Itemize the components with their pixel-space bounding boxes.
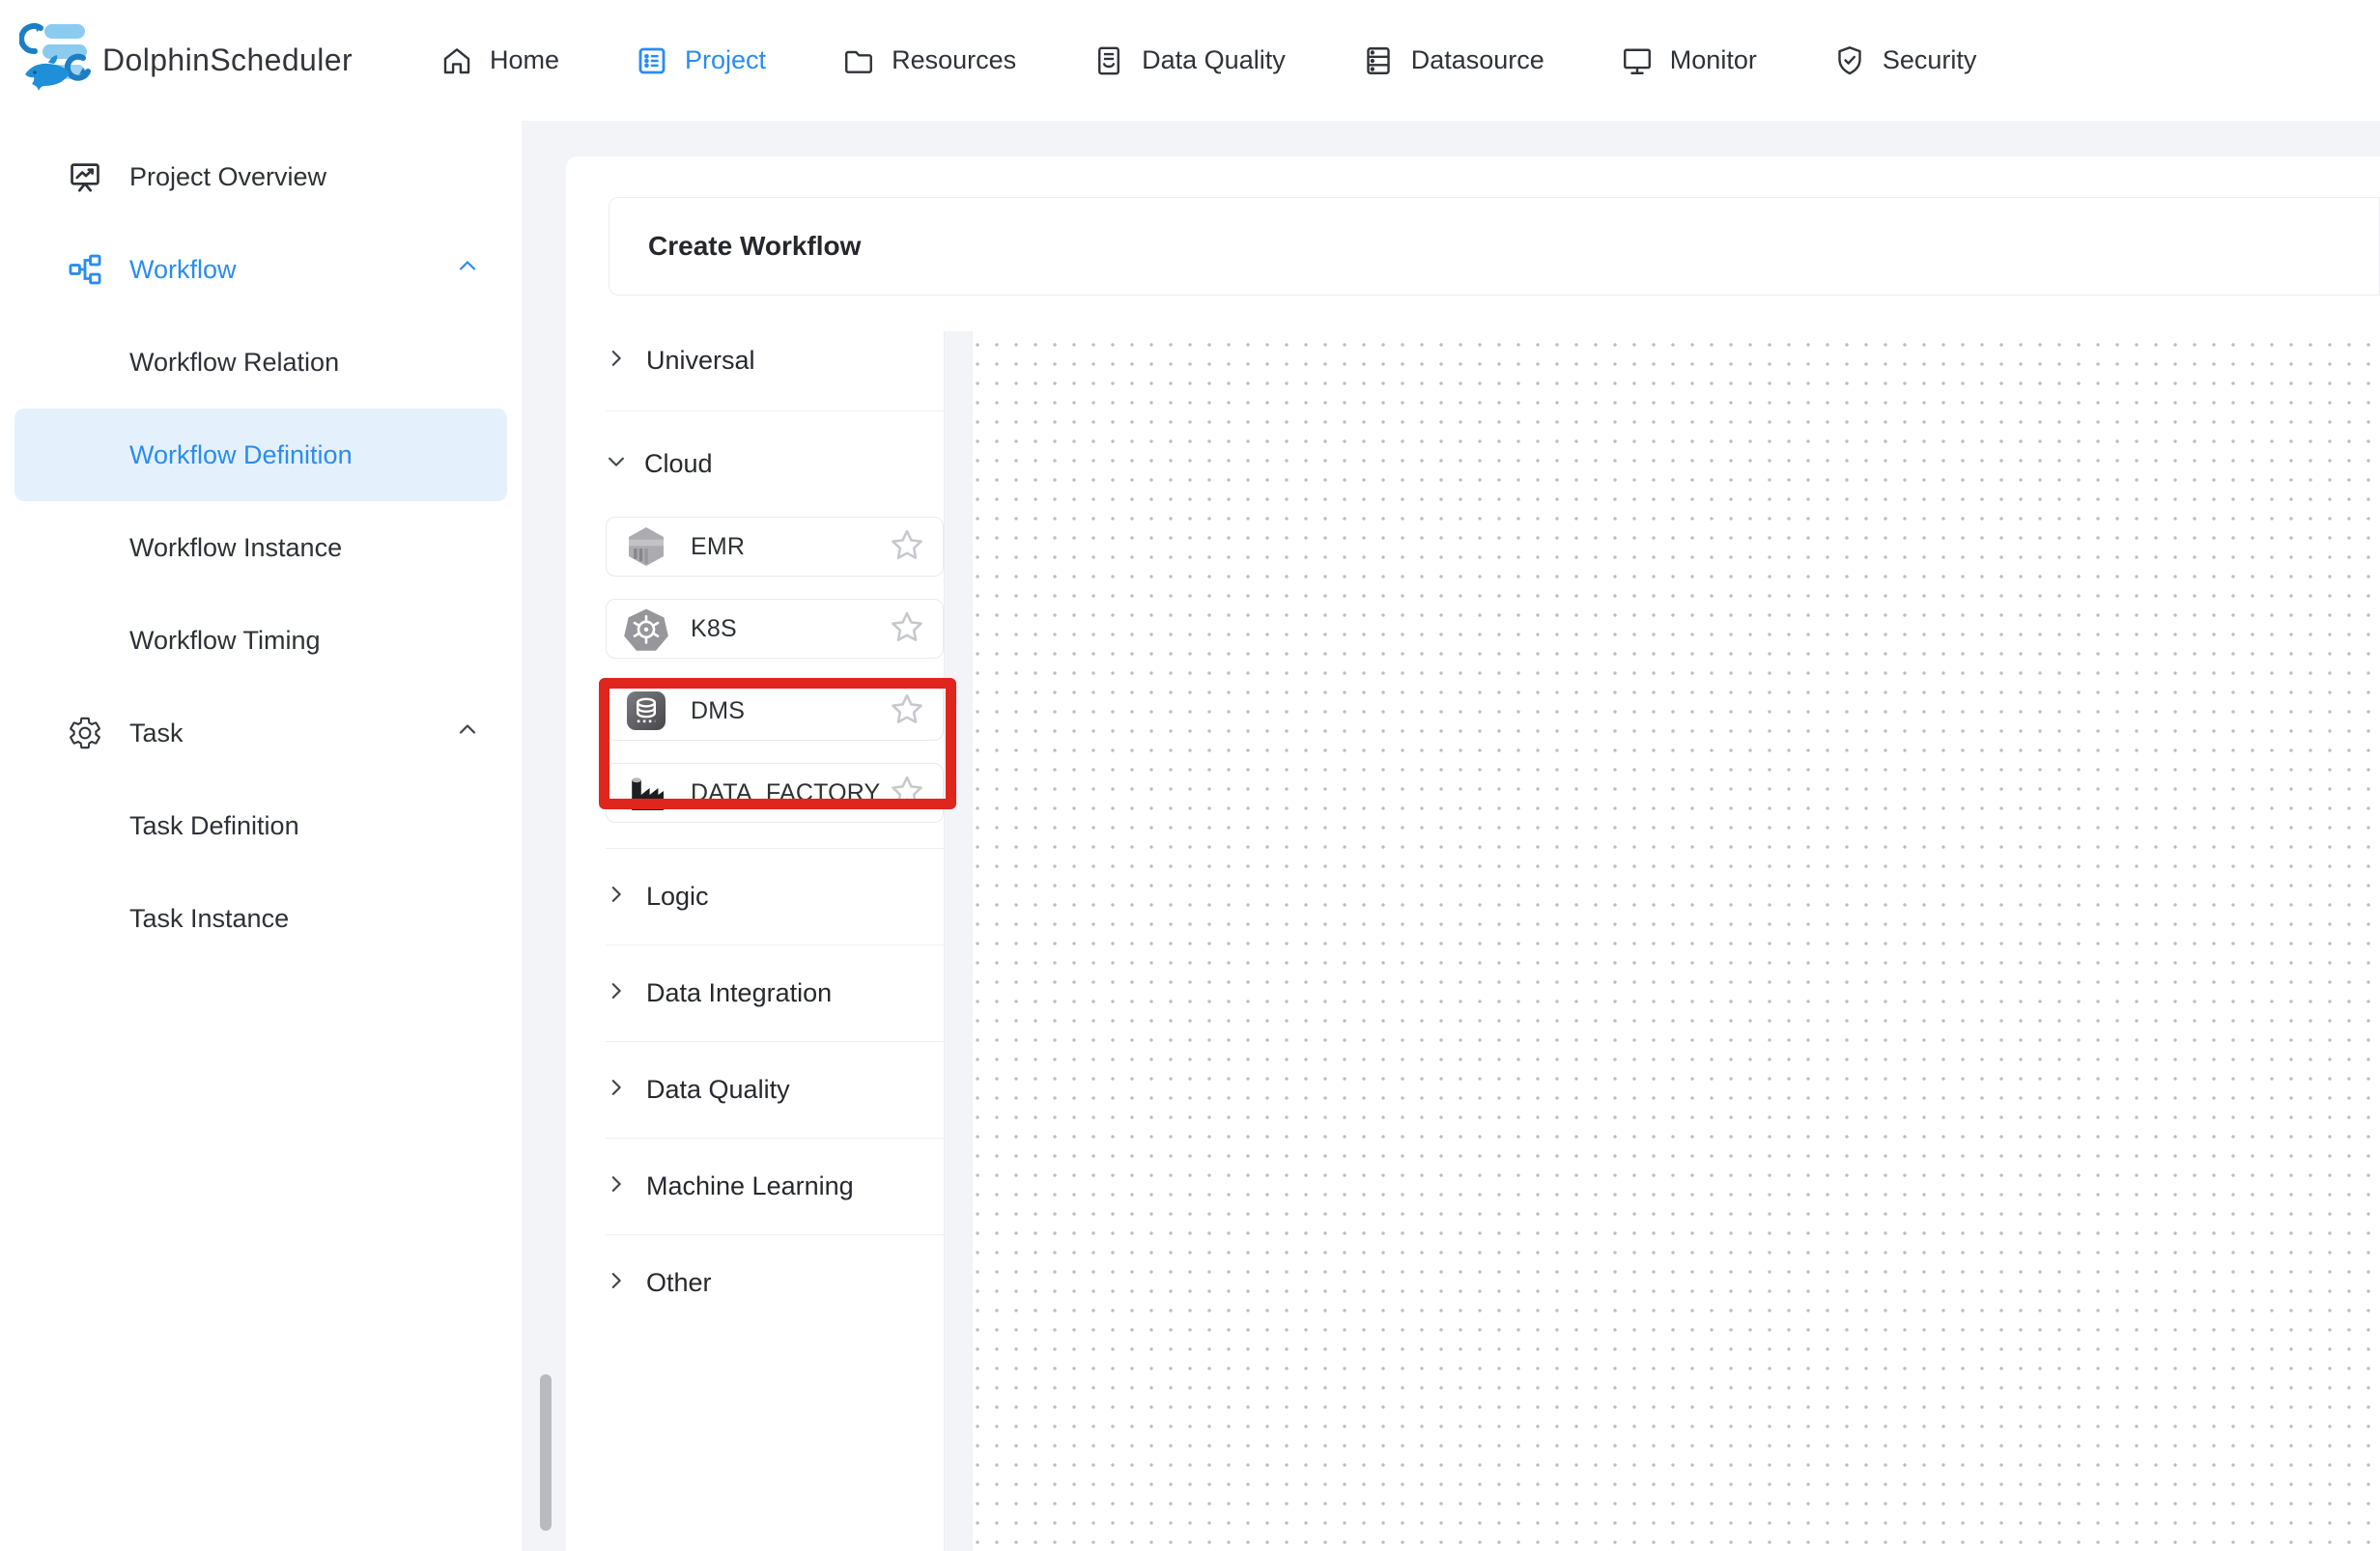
sidebar-item-task-definition[interactable]: Task Definition — [0, 779, 522, 872]
task-item-emr[interactable]: EMR — [606, 517, 944, 577]
data-factory-icon — [623, 770, 669, 816]
nav-item-project[interactable]: Project — [635, 43, 766, 78]
section-data-quality[interactable]: Data Quality — [606, 1041, 944, 1138]
chevron-right-icon — [606, 1173, 627, 1199]
sidebar-item-workflow-definition[interactable]: Workflow Definition — [14, 409, 507, 501]
page-title-card: Create Workflow — [609, 197, 2380, 296]
dms-database-icon — [623, 688, 669, 734]
dolphinscheduler-app: DolphinScheduler Home — [0, 0, 2380, 1551]
star-icon[interactable] — [889, 691, 925, 732]
chevron-right-icon — [606, 884, 627, 910]
data-quality-icon — [1091, 43, 1126, 78]
section-universal[interactable]: Universal — [606, 331, 944, 410]
emr-icon — [623, 523, 669, 570]
chevron-right-icon — [606, 1270, 627, 1296]
nav-items: Home Project — [439, 43, 1976, 78]
nav-item-label: Security — [1883, 45, 1977, 75]
task-panel-scrollbar-track[interactable] — [944, 331, 973, 1551]
sidebar-item-workflow-timing[interactable]: Workflow Timing — [0, 594, 522, 687]
task-type-panel: Universal Cloud — [566, 331, 944, 1551]
project-icon — [635, 43, 669, 78]
nav-item-resources[interactable]: Resources — [841, 43, 1016, 78]
star-icon[interactable] — [889, 773, 925, 814]
datasource-icon — [1361, 43, 1396, 78]
nav-item-datasource[interactable]: Datasource — [1361, 43, 1544, 78]
sidebar-item-label: Task — [129, 719, 184, 748]
page-title: Create Workflow — [648, 231, 861, 262]
workflow-icon — [66, 250, 104, 289]
sidebar-item-project-overview[interactable]: Project Overview — [0, 130, 522, 223]
sidebar-item-workflow[interactable]: Workflow — [0, 223, 522, 316]
task-item-k8s[interactable]: K8S — [606, 599, 944, 659]
folder-icon — [841, 43, 876, 78]
content-panel: Create Workflow Universal — [566, 156, 2380, 1551]
nav-item-home[interactable]: Home — [439, 43, 559, 78]
nav-item-label: Home — [490, 45, 559, 75]
nav-item-monitor[interactable]: Monitor — [1620, 43, 1757, 78]
sidebar-item-task[interactable]: Task — [0, 687, 522, 779]
sidebar-item-label: Workflow Timing — [129, 626, 321, 656]
sidebar: Project Overview Workflow Workflow Relat… — [0, 121, 522, 1551]
dolphin-logo — [19, 14, 91, 106]
overview-board-icon — [66, 157, 104, 196]
nav-item-label: Resources — [892, 45, 1016, 75]
section-logic[interactable]: Logic — [606, 848, 944, 945]
section-data-integration[interactable]: Data Integration — [606, 945, 944, 1041]
section-label: Other — [646, 1268, 712, 1298]
star-icon[interactable] — [889, 526, 925, 568]
section-cloud[interactable]: Cloud — [606, 410, 944, 517]
chevron-up-icon[interactable] — [456, 255, 479, 285]
sidebar-item-workflow-instance[interactable]: Workflow Instance — [0, 501, 522, 594]
nav-item-label: Data Quality — [1142, 45, 1286, 75]
workflow-editor: Universal Cloud — [566, 331, 2380, 1551]
top-nav: DolphinScheduler Home — [0, 0, 2380, 121]
kubernetes-icon — [623, 606, 669, 652]
section-label: Universal — [646, 346, 755, 376]
chevron-right-icon — [606, 348, 627, 374]
section-label: Cloud — [644, 449, 713, 479]
nav-item-data-quality[interactable]: Data Quality — [1091, 43, 1286, 78]
brand[interactable]: DolphinScheduler — [19, 14, 439, 106]
home-icon — [439, 43, 474, 78]
sidebar-item-label: Task Instance — [129, 904, 289, 934]
sidebar-item-label: Task Definition — [129, 811, 299, 841]
chevron-right-icon — [606, 1077, 627, 1103]
sidebar-item-workflow-relation[interactable]: Workflow Relation — [0, 316, 522, 409]
section-label: Data Quality — [646, 1075, 790, 1105]
brand-name: DolphinScheduler — [102, 42, 353, 78]
chevron-right-icon — [606, 980, 627, 1006]
nav-item-security[interactable]: Security — [1832, 43, 1977, 78]
sidebar-item-task-instance[interactable]: Task Instance — [0, 872, 522, 965]
nav-item-label: Project — [685, 45, 766, 75]
section-label: Logic — [646, 882, 709, 912]
section-machine-learning[interactable]: Machine Learning — [606, 1138, 944, 1234]
gear-icon — [66, 714, 104, 752]
sidebar-item-label: Workflow Relation — [129, 348, 339, 378]
section-label: Data Integration — [646, 978, 832, 1008]
task-item-data-factory[interactable]: DATA_FACTORY — [606, 763, 944, 823]
sidebar-item-label: Workflow Definition — [129, 440, 353, 470]
section-label: Machine Learning — [646, 1171, 854, 1201]
main-area: Create Workflow Universal — [522, 121, 2380, 1551]
task-item-label: EMR — [691, 533, 745, 561]
chevron-up-icon[interactable] — [456, 719, 479, 748]
nav-item-label: Datasource — [1411, 45, 1544, 75]
task-item-label: DATA_FACTORY — [691, 779, 880, 807]
task-item-label: DMS — [691, 697, 745, 725]
sidebar-item-label: Project Overview — [129, 162, 326, 192]
task-item-label: K8S — [691, 615, 737, 643]
sidebar-scrollbar[interactable] — [540, 1374, 552, 1531]
workflow-canvas[interactable] — [973, 331, 2380, 1551]
cloud-task-items: EMR — [606, 517, 944, 848]
shield-icon — [1832, 43, 1867, 78]
task-item-dms[interactable]: DMS — [606, 681, 944, 741]
monitor-icon — [1620, 43, 1655, 78]
section-other[interactable]: Other — [606, 1234, 944, 1331]
chevron-down-icon — [606, 451, 627, 477]
star-icon[interactable] — [889, 608, 925, 650]
nav-item-label: Monitor — [1670, 45, 1757, 75]
sidebar-item-label: Workflow — [129, 255, 237, 285]
sidebar-item-label: Workflow Instance — [129, 533, 342, 563]
